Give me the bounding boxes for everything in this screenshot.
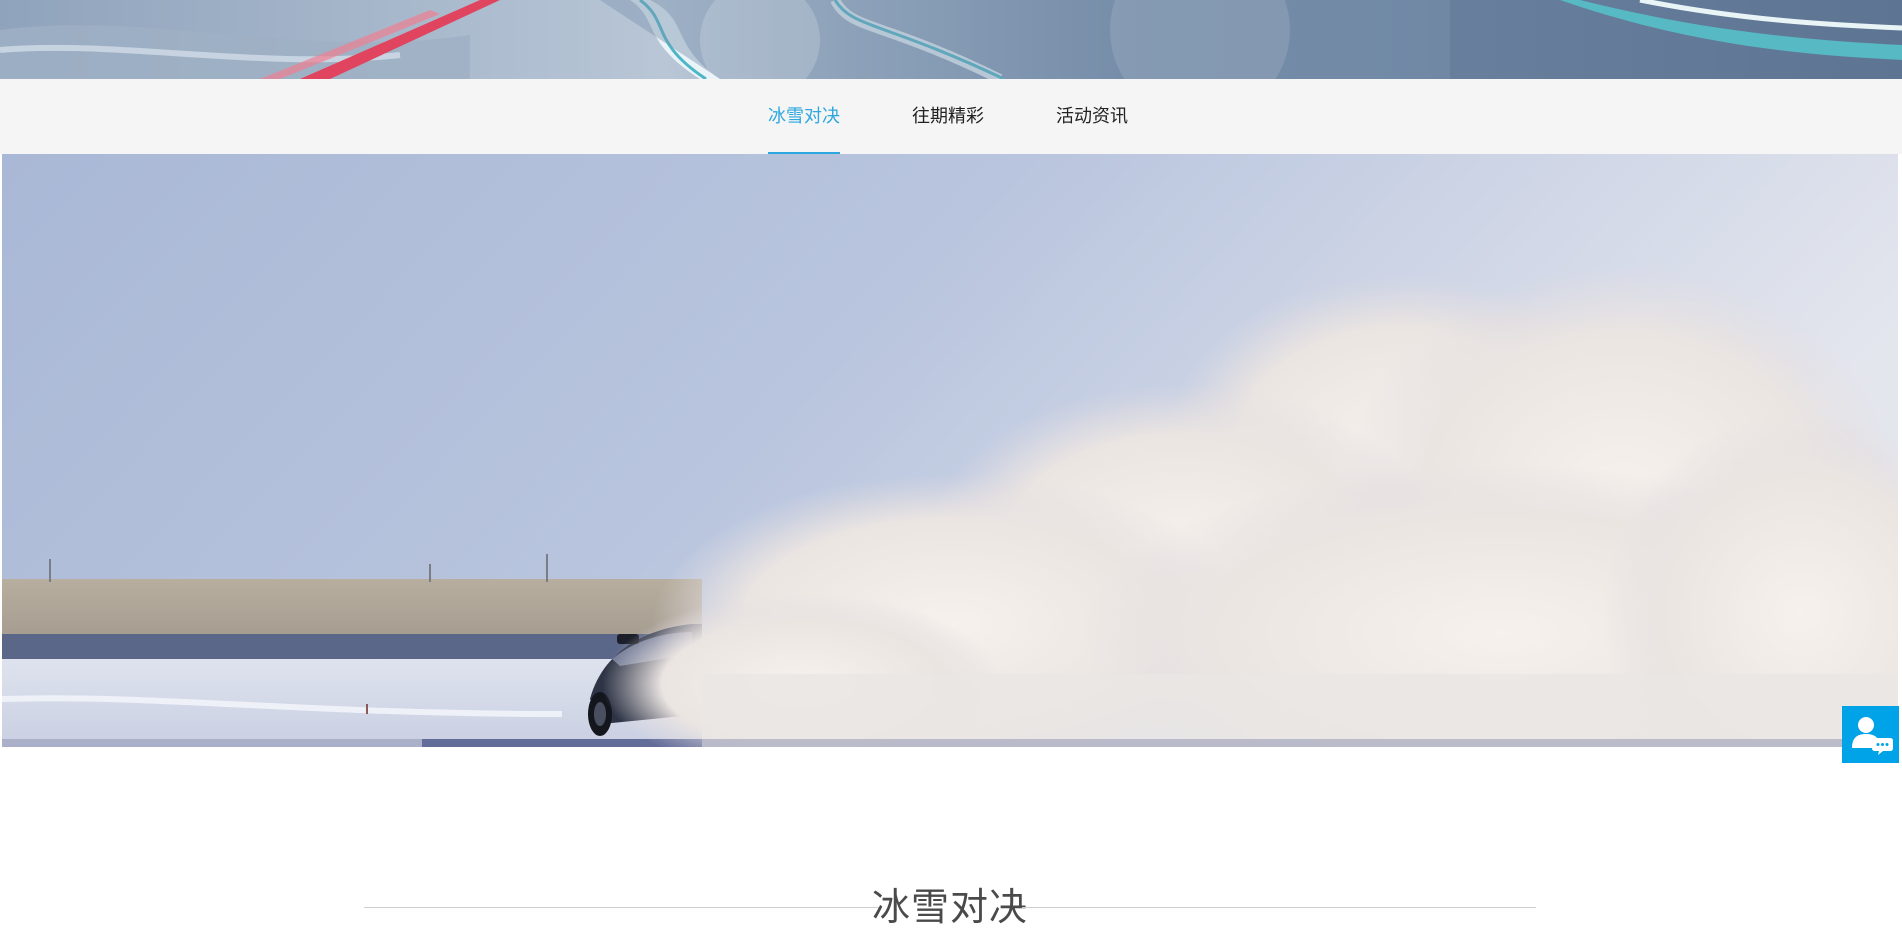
tab-past-highlights[interactable]: 往期精彩 (912, 79, 984, 154)
tab-event-news[interactable]: 活动资讯 (1056, 79, 1128, 154)
customer-service-icon (1852, 717, 1893, 755)
section-heading: 冰雪对决 (364, 878, 1536, 938)
tab-ice-snow-duel[interactable]: 冰雪对决 (768, 79, 840, 154)
customer-service-button[interactable] (1842, 706, 1899, 763)
top-banner-image (0, 0, 1902, 79)
nav-tabs: 冰雪对决 往期精彩 活动资讯 (698, 79, 1902, 154)
heading-divider-right (1022, 907, 1536, 908)
nav-bar: 冰雪对决 往期精彩 活动资讯 (0, 79, 1902, 154)
page: 冰雪对决 往期精彩 活动资讯 冰雪对决 (0, 0, 1902, 951)
hero-image (2, 154, 1898, 747)
